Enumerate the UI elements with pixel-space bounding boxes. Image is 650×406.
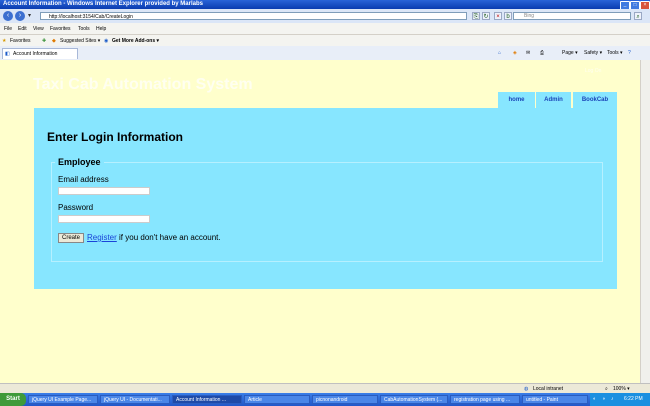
tray-icon[interactable]: ◐ bbox=[593, 396, 596, 402]
taskbar-item[interactable]: Account Information ... bbox=[172, 395, 242, 404]
register-hint-text: if you don't have an account. bbox=[116, 233, 221, 242]
vertical-scrollbar[interactable] bbox=[640, 60, 650, 383]
zoom-level[interactable]: 100% ▾ bbox=[613, 386, 630, 392]
bing-logo-icon: b bbox=[504, 12, 512, 20]
forward-icon[interactable]: › bbox=[15, 11, 25, 21]
volume-icon[interactable]: ♪ bbox=[611, 396, 614, 402]
url-field[interactable]: http://localhost:3154/Cab/CreateLogin bbox=[40, 12, 467, 20]
taskbar-item[interactable]: untitled - Paint bbox=[522, 395, 588, 404]
security-zone: Local intranet bbox=[533, 386, 564, 392]
menu-bar: File Edit View Favorites Tools Help bbox=[0, 23, 650, 35]
home-icon[interactable]: ⌂ bbox=[498, 50, 501, 56]
taskbar-item[interactable]: jQuery UI - Documentati... bbox=[100, 395, 170, 404]
address-bar: ‹ › ▾ http://localhost:3154/Cab/CreateLo… bbox=[0, 9, 650, 23]
favorites-button[interactable]: Favorites bbox=[10, 38, 31, 44]
search-icon[interactable]: ⌕ bbox=[634, 12, 642, 20]
email-label: Email address bbox=[58, 175, 109, 184]
favorites-bar: ★ Favorites ✚ ◆ Suggested Sites ▾ ◉ Get … bbox=[0, 35, 650, 46]
clock: 6:22 PM bbox=[624, 396, 643, 402]
page-title: Enter Login Information bbox=[47, 130, 183, 144]
safety-menu[interactable]: Safety ▾ bbox=[584, 50, 602, 56]
tray-icon[interactable]: ◑ bbox=[602, 396, 605, 402]
get-addons-link[interactable]: Get More Add-ons ▾ bbox=[112, 38, 159, 44]
back-icon[interactable]: ‹ bbox=[3, 11, 13, 21]
print-icon[interactable]: ⎙ bbox=[540, 50, 544, 56]
feeds-icon[interactable]: ◈ bbox=[513, 50, 517, 56]
password-label: Password bbox=[58, 203, 94, 212]
email-field[interactable] bbox=[58, 187, 150, 195]
create-button[interactable]: Create bbox=[58, 233, 84, 243]
compatibility-icon[interactable]: ⎘ bbox=[472, 12, 480, 20]
mail-icon[interactable]: ✉ bbox=[526, 50, 530, 56]
nav-tab-home[interactable]: home bbox=[498, 92, 535, 108]
logon-link[interactable]: Log On bbox=[585, 68, 601, 74]
taskbar-item[interactable]: registration page using ... bbox=[450, 395, 520, 404]
site-title: Taxi Cab Automation System bbox=[33, 76, 253, 93]
history-dropdown-icon[interactable]: ▾ bbox=[28, 12, 31, 19]
menu-file[interactable]: File bbox=[4, 26, 12, 32]
tab-account-information[interactable]: ◧ Account Information bbox=[2, 48, 78, 59]
nav-tab-admin[interactable]: Admin bbox=[536, 92, 571, 108]
fieldset-legend: Employee bbox=[55, 157, 104, 167]
intranet-icon: ◍ bbox=[524, 386, 529, 392]
tab-label: Account Information bbox=[13, 51, 58, 57]
suggested-sites-link[interactable]: Suggested Sites ▾ bbox=[60, 38, 100, 44]
taskbar-item[interactable]: Article bbox=[244, 395, 310, 404]
add-favorite-icon[interactable]: ✚ bbox=[42, 38, 46, 44]
nav-tab-bookcab[interactable]: BookCab bbox=[573, 92, 617, 108]
window-title: Account Information - Windows Internet E… bbox=[3, 1, 203, 7]
taskbar: Start jQuery UI Example Page... jQuery U… bbox=[0, 393, 650, 406]
window-title-bar: Account Information - Windows Internet E… bbox=[0, 0, 650, 10]
taskbar-item[interactable]: picnonandroid bbox=[312, 395, 378, 404]
menu-favorites[interactable]: Favorites bbox=[50, 26, 71, 32]
page-menu[interactable]: Page ▾ bbox=[562, 50, 578, 56]
menu-help[interactable]: Help bbox=[96, 26, 106, 32]
addons-icon: ◉ bbox=[104, 38, 109, 44]
taskbar-item[interactable]: CabAutomationSystem (... bbox=[380, 395, 448, 404]
page-favicon-icon: ◧ bbox=[5, 51, 10, 57]
zoom-icon: ⌕ bbox=[605, 386, 608, 392]
tab-row: ◧ Account Information ⌂ ◈ ✉ ⎙ Page ▾ Saf… bbox=[0, 46, 650, 61]
tools-menu[interactable]: Tools ▾ bbox=[607, 50, 623, 56]
help-icon[interactable]: ? bbox=[628, 50, 631, 56]
password-field[interactable] bbox=[58, 215, 150, 223]
stop-icon[interactable]: × bbox=[494, 12, 502, 20]
menu-view[interactable]: View bbox=[33, 26, 44, 32]
start-button[interactable]: Start bbox=[0, 393, 26, 406]
register-hint: Register if you don't have an account. bbox=[87, 233, 221, 242]
register-link[interactable]: Register bbox=[87, 233, 117, 242]
favorites-star-icon: ★ bbox=[2, 38, 7, 44]
search-input[interactable]: Bing bbox=[513, 12, 631, 20]
employee-fieldset bbox=[51, 162, 603, 262]
refresh-icon[interactable]: ↻ bbox=[482, 12, 490, 20]
taskbar-item[interactable]: jQuery UI Example Page... bbox=[28, 395, 98, 404]
menu-tools[interactable]: Tools bbox=[78, 26, 90, 32]
suggested-sites-icon: ◆ bbox=[52, 38, 56, 44]
menu-edit[interactable]: Edit bbox=[18, 26, 27, 32]
